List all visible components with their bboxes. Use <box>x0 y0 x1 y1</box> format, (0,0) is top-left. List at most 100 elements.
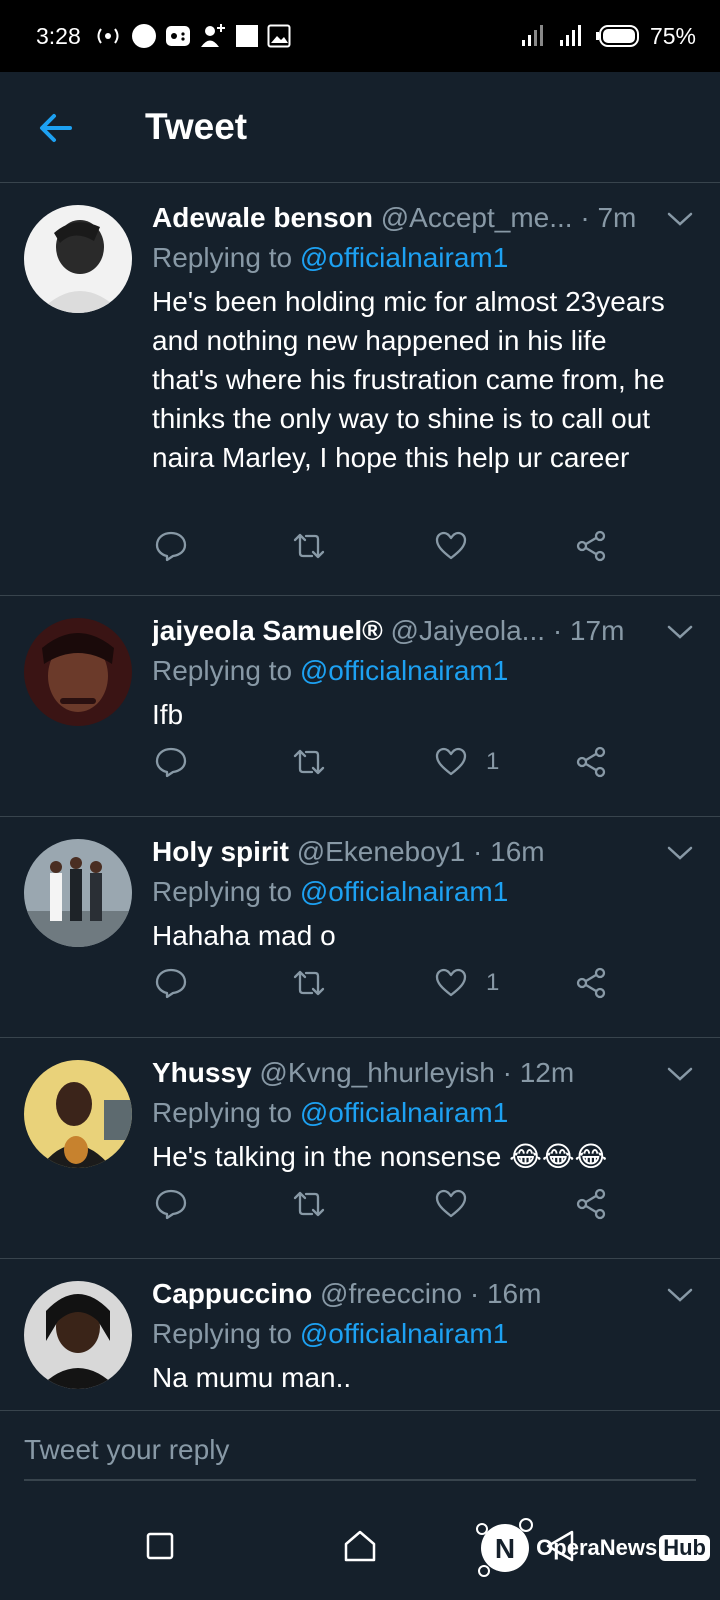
add-contact-icon <box>200 24 225 47</box>
separator-dot: · <box>469 1278 480 1309</box>
back-button[interactable] <box>36 108 76 148</box>
share-button[interactable] <box>574 526 608 566</box>
tweet-time: 12m <box>519 1057 575 1088</box>
tweet-text: Na mumu man.. <box>152 1362 352 1393</box>
avatar[interactable] <box>24 1281 132 1389</box>
circle-icon <box>131 24 156 48</box>
more-options-button[interactable] <box>666 843 694 863</box>
replying-label: Replying to <box>152 655 293 686</box>
avatar[interactable] <box>24 839 132 947</box>
tweet-time: 16m <box>490 836 545 867</box>
reply-button[interactable] <box>154 742 188 782</box>
mention-link[interactable]: @officialnairam1 <box>300 1318 508 1349</box>
retweet-icon <box>293 533 325 559</box>
replying-label: Replying to <box>152 1097 293 1128</box>
svg-text:N: N <box>495 1533 515 1564</box>
user-handle: @Jaiyeola... <box>390 615 546 646</box>
replying-to: Replying to @officialnairam1 <box>152 240 508 276</box>
chevron-down-icon <box>667 1067 693 1081</box>
avatar[interactable] <box>24 1060 132 1168</box>
user-name[interactable]: Cappuccino <box>152 1278 312 1309</box>
avatar[interactable] <box>24 618 132 726</box>
gamepad-icon <box>165 26 190 46</box>
retweet-button[interactable] <box>292 742 326 782</box>
tweet-text: Ifb <box>152 699 184 730</box>
separator-dot: · <box>473 836 483 867</box>
avatar[interactable] <box>24 205 132 313</box>
replying-label: Replying to <box>152 242 293 273</box>
more-options-button[interactable] <box>666 1064 694 1084</box>
reply-input[interactable] <box>24 1421 696 1481</box>
mention-link[interactable]: @officialnairam1 <box>300 655 508 686</box>
mention-link[interactable]: @officialnairam1 <box>300 242 508 273</box>
user-handle: @Ekeneboy1 <box>296 836 466 867</box>
signal-1-icon <box>521 25 543 46</box>
reply-button[interactable] <box>154 963 188 1003</box>
separator-dot: · <box>580 202 590 233</box>
tweet-time: 7m <box>597 202 637 233</box>
replying-label: Replying to <box>152 876 293 907</box>
retweet-button[interactable] <box>292 526 326 566</box>
share-button[interactable] <box>574 963 608 1003</box>
heart-icon <box>435 531 467 560</box>
mention-link[interactable]: @officialnairam1 <box>300 1097 508 1128</box>
recents-icon <box>146 1532 174 1560</box>
tweet-meta: Holy spirit @Ekeneboy1 · 16m <box>152 834 646 870</box>
chevron-down-icon <box>667 846 693 860</box>
user-name[interactable]: Yhussy <box>152 1057 252 1088</box>
share-button[interactable] <box>574 1184 608 1224</box>
share-icon <box>576 1188 606 1220</box>
retweet-button[interactable] <box>292 963 326 1003</box>
retweet-icon <box>293 749 325 775</box>
user-name[interactable]: Holy spirit <box>152 836 289 867</box>
heart-icon <box>435 747 467 776</box>
share-button[interactable] <box>574 742 608 782</box>
status-bar: 3:28 75% <box>0 0 720 72</box>
heart-icon <box>435 1189 467 1218</box>
like-button[interactable]: 1 <box>434 963 499 1003</box>
more-options-button[interactable] <box>666 209 694 229</box>
home-icon <box>344 1530 376 1562</box>
tweet-meta: Adewale benson @Accept_me... · 7m <box>152 200 646 236</box>
reply-button[interactable] <box>154 526 188 566</box>
tweet-row[interactable]: Yhussy @Kvng_hhurleyish · 12m Replying t… <box>0 1038 720 1259</box>
battery-percent: 75% <box>649 22 696 49</box>
tweet-row[interactable]: Adewale benson @Accept_me... · 7m Replyi… <box>0 183 720 596</box>
tweet-meta: Yhussy @Kvng_hhurleyish · 12m <box>152 1055 646 1091</box>
tweet-row[interactable]: Holy spirit @Ekeneboy1 · 16m Replying to… <box>0 817 720 1038</box>
square-icon <box>235 25 258 47</box>
home-button[interactable] <box>338 1524 382 1568</box>
tweet-row[interactable]: Cappuccino @freeccino · 16m Replying to … <box>0 1259 720 1410</box>
tweet-actions: 1 <box>152 742 720 782</box>
watermark-brand: OperaNews <box>536 1535 658 1560</box>
mention-link[interactable]: @officialnairam1 <box>300 876 508 907</box>
tweet-actions: 1 <box>152 963 720 1003</box>
share-icon <box>576 967 606 999</box>
notification-icons <box>93 23 291 49</box>
more-options-button[interactable] <box>666 1285 694 1305</box>
retweet-button[interactable] <box>292 1184 326 1224</box>
user-name[interactable]: Adewale benson <box>152 202 373 233</box>
signal-2-icon <box>559 25 581 46</box>
like-button[interactable] <box>434 1184 486 1224</box>
reply-composer <box>0 1410 720 1494</box>
user-name[interactable]: jaiyeola Samuel® <box>152 615 383 646</box>
share-icon <box>576 746 606 778</box>
hotspot-icon <box>97 28 119 44</box>
separator-dot: · <box>502 1057 512 1088</box>
reply-icon <box>155 1189 187 1220</box>
user-handle: @freeccino <box>320 1278 463 1309</box>
status-time: 3:28 <box>36 22 81 49</box>
tweet-row[interactable]: jaiyeola Samuel® @Jaiyeola... · 17m Repl… <box>0 596 720 817</box>
back-arrow-icon <box>40 114 72 142</box>
recents-button[interactable] <box>138 1524 182 1568</box>
replying-to: Replying to @officialnairam1 <box>152 653 508 689</box>
replying-to: Replying to @officialnairam1 <box>152 1316 508 1352</box>
top-app-bar: Tweet <box>0 72 720 183</box>
tweet-actions <box>152 526 720 566</box>
reply-button[interactable] <box>154 1184 188 1224</box>
chevron-down-icon <box>667 625 693 639</box>
like-button[interactable] <box>434 526 486 566</box>
more-options-button[interactable] <box>666 622 694 642</box>
like-button[interactable]: 1 <box>434 742 499 782</box>
